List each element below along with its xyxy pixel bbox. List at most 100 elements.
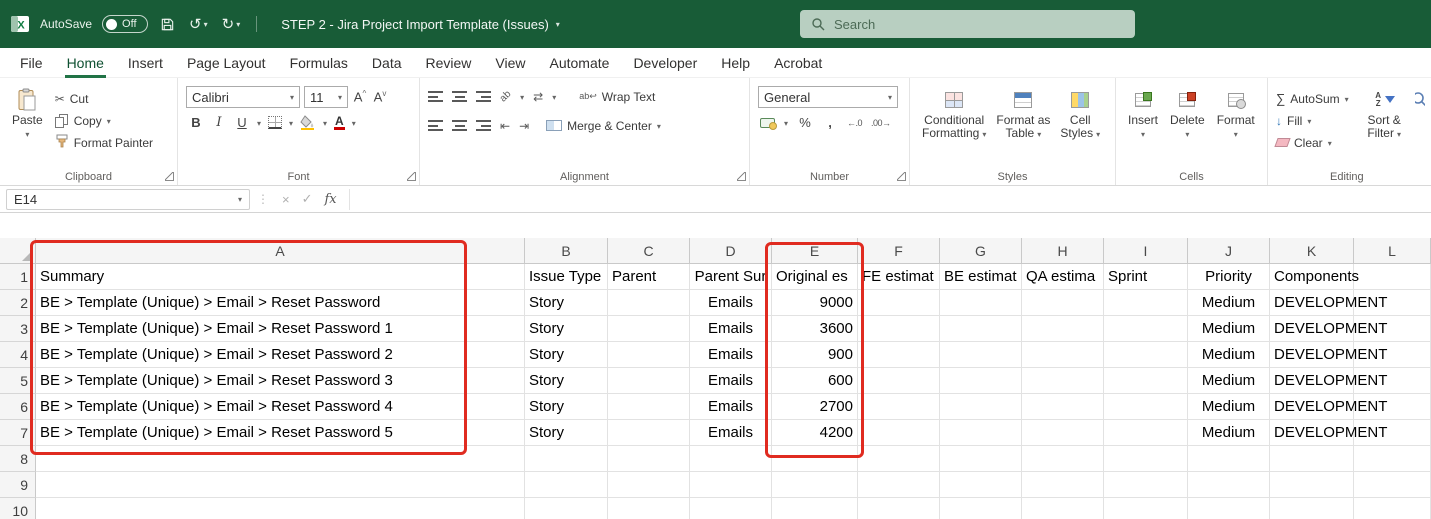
- cell-J1[interactable]: Priority: [1188, 264, 1270, 290]
- cell-H1[interactable]: QA estima: [1022, 264, 1104, 290]
- number-dialog-launcher[interactable]: [897, 172, 906, 181]
- decrease-decimal-button[interactable]: .00→: [871, 118, 891, 128]
- cell-J10[interactable]: [1188, 498, 1270, 519]
- menu-tab-acrobat[interactable]: Acrobat: [762, 48, 834, 78]
- cell-F5[interactable]: [858, 368, 940, 394]
- redo-button[interactable]: ↻: [220, 13, 243, 35]
- row-header-5[interactable]: 5: [0, 368, 36, 394]
- cell-B9[interactable]: [525, 472, 608, 498]
- cell-F3[interactable]: [858, 316, 940, 342]
- cell-C1[interactable]: Parent: [608, 264, 690, 290]
- cell-G1[interactable]: BE estimat: [940, 264, 1022, 290]
- menu-tab-data[interactable]: Data: [360, 48, 414, 78]
- delete-cells-button[interactable]: Delete: [1166, 86, 1209, 140]
- cell-L1[interactable]: [1354, 264, 1431, 290]
- cell-B10[interactable]: [525, 498, 608, 519]
- percent-style-button[interactable]: %: [797, 115, 813, 130]
- cell-J3[interactable]: Medium: [1188, 316, 1270, 342]
- cell-A1[interactable]: Summary: [36, 264, 525, 290]
- cell-K8[interactable]: [1270, 446, 1354, 472]
- cell-A2[interactable]: BE > Template (Unique) > Email > Reset P…: [36, 290, 525, 316]
- cell-B3[interactable]: Story: [525, 316, 608, 342]
- clipboard-dialog-launcher[interactable]: [165, 172, 174, 181]
- cell-D8[interactable]: [690, 446, 772, 472]
- clear-button[interactable]: Clear: [1274, 132, 1349, 153]
- cell-I9[interactable]: [1104, 472, 1188, 498]
- cell-K2[interactable]: DEVELOPMENT: [1270, 290, 1387, 316]
- cell-K5[interactable]: DEVELOPMENT: [1270, 368, 1387, 394]
- autosum-button[interactable]: ∑ AutoSum: [1276, 88, 1349, 109]
- cell-H4[interactable]: [1022, 342, 1104, 368]
- column-header-G[interactable]: G: [940, 238, 1022, 264]
- cell-B1[interactable]: Issue Type: [525, 264, 608, 290]
- row-header-10[interactable]: 10: [0, 498, 36, 519]
- cell-D2[interactable]: Emails: [690, 290, 772, 316]
- cell-L4[interactable]: [1354, 342, 1431, 368]
- font-name-select[interactable]: Calibri: [186, 86, 300, 108]
- cell-C4[interactable]: [608, 342, 690, 368]
- cell-H5[interactable]: [1022, 368, 1104, 394]
- cell-F10[interactable]: [858, 498, 940, 519]
- column-header-I[interactable]: I: [1104, 238, 1188, 264]
- cell-G3[interactable]: [940, 316, 1022, 342]
- fill-button[interactable]: ↓ Fill: [1276, 110, 1349, 131]
- cell-I2[interactable]: [1104, 290, 1188, 316]
- cell-C2[interactable]: [608, 290, 690, 316]
- column-header-L[interactable]: L: [1354, 238, 1431, 264]
- cell-G7[interactable]: [940, 420, 1022, 446]
- row-header-3[interactable]: 3: [0, 316, 36, 342]
- cell-H8[interactable]: [1022, 446, 1104, 472]
- align-center-icon[interactable]: [452, 120, 467, 131]
- cell-K4[interactable]: DEVELOPMENT: [1270, 342, 1387, 368]
- insert-function-button[interactable]: fx: [319, 192, 343, 207]
- align-bottom-icon[interactable]: [476, 91, 491, 102]
- save-button[interactable]: [158, 15, 177, 34]
- decrease-indent-icon[interactable]: ⇤: [500, 119, 510, 133]
- cell-E6[interactable]: 2700: [772, 394, 858, 420]
- cell-E9[interactable]: [772, 472, 858, 498]
- bold-button[interactable]: B: [188, 115, 204, 130]
- cell-B2[interactable]: Story: [525, 290, 608, 316]
- align-top-icon[interactable]: [428, 91, 443, 102]
- cell-J8[interactable]: [1188, 446, 1270, 472]
- column-header-E[interactable]: E: [772, 238, 858, 264]
- underline-button[interactable]: U: [234, 115, 250, 130]
- cell-H7[interactable]: [1022, 420, 1104, 446]
- cell-B6[interactable]: Story: [525, 394, 608, 420]
- cell-A7[interactable]: BE > Template (Unique) > Email > Reset P…: [36, 420, 525, 446]
- cell-H3[interactable]: [1022, 316, 1104, 342]
- cell-C6[interactable]: [608, 394, 690, 420]
- decrease-font-size-button[interactable]: Av: [372, 89, 388, 104]
- increase-indent-icon[interactable]: ⇥: [519, 119, 529, 133]
- cell-B7[interactable]: Story: [525, 420, 608, 446]
- copy-button[interactable]: Copy: [54, 110, 153, 131]
- format-cells-button[interactable]: Format: [1213, 86, 1259, 140]
- cell-B8[interactable]: [525, 446, 608, 472]
- row-header-2[interactable]: 2: [0, 290, 36, 316]
- row-header-6[interactable]: 6: [0, 394, 36, 420]
- merge-center-button[interactable]: Merge & Center: [546, 115, 661, 136]
- cell-C7[interactable]: [608, 420, 690, 446]
- text-direction-button[interactable]: ⇄: [533, 90, 543, 104]
- cell-D1[interactable]: Parent Sur: [690, 264, 772, 290]
- cell-G6[interactable]: [940, 394, 1022, 420]
- cell-F7[interactable]: [858, 420, 940, 446]
- cell-A3[interactable]: BE > Template (Unique) > Email > Reset P…: [36, 316, 525, 342]
- column-header-J[interactable]: J: [1188, 238, 1270, 264]
- cell-A9[interactable]: [36, 472, 525, 498]
- excel-app-icon[interactable]: X: [10, 14, 30, 34]
- comma-style-button[interactable]: ,: [822, 115, 838, 130]
- menu-tab-view[interactable]: View: [483, 48, 537, 78]
- undo-button[interactable]: ↺: [187, 13, 210, 35]
- cell-H6[interactable]: [1022, 394, 1104, 420]
- column-header-A[interactable]: A: [36, 238, 525, 264]
- cell-D10[interactable]: [690, 498, 772, 519]
- select-all-corner[interactable]: [0, 238, 36, 264]
- cell-E10[interactable]: [772, 498, 858, 519]
- fill-color-button[interactable]: [300, 115, 316, 130]
- font-size-select[interactable]: 11: [304, 86, 348, 108]
- cell-G8[interactable]: [940, 446, 1022, 472]
- menu-tab-insert[interactable]: Insert: [116, 48, 175, 78]
- cell-L9[interactable]: [1354, 472, 1431, 498]
- cancel-formula-icon[interactable]: ×: [276, 192, 296, 207]
